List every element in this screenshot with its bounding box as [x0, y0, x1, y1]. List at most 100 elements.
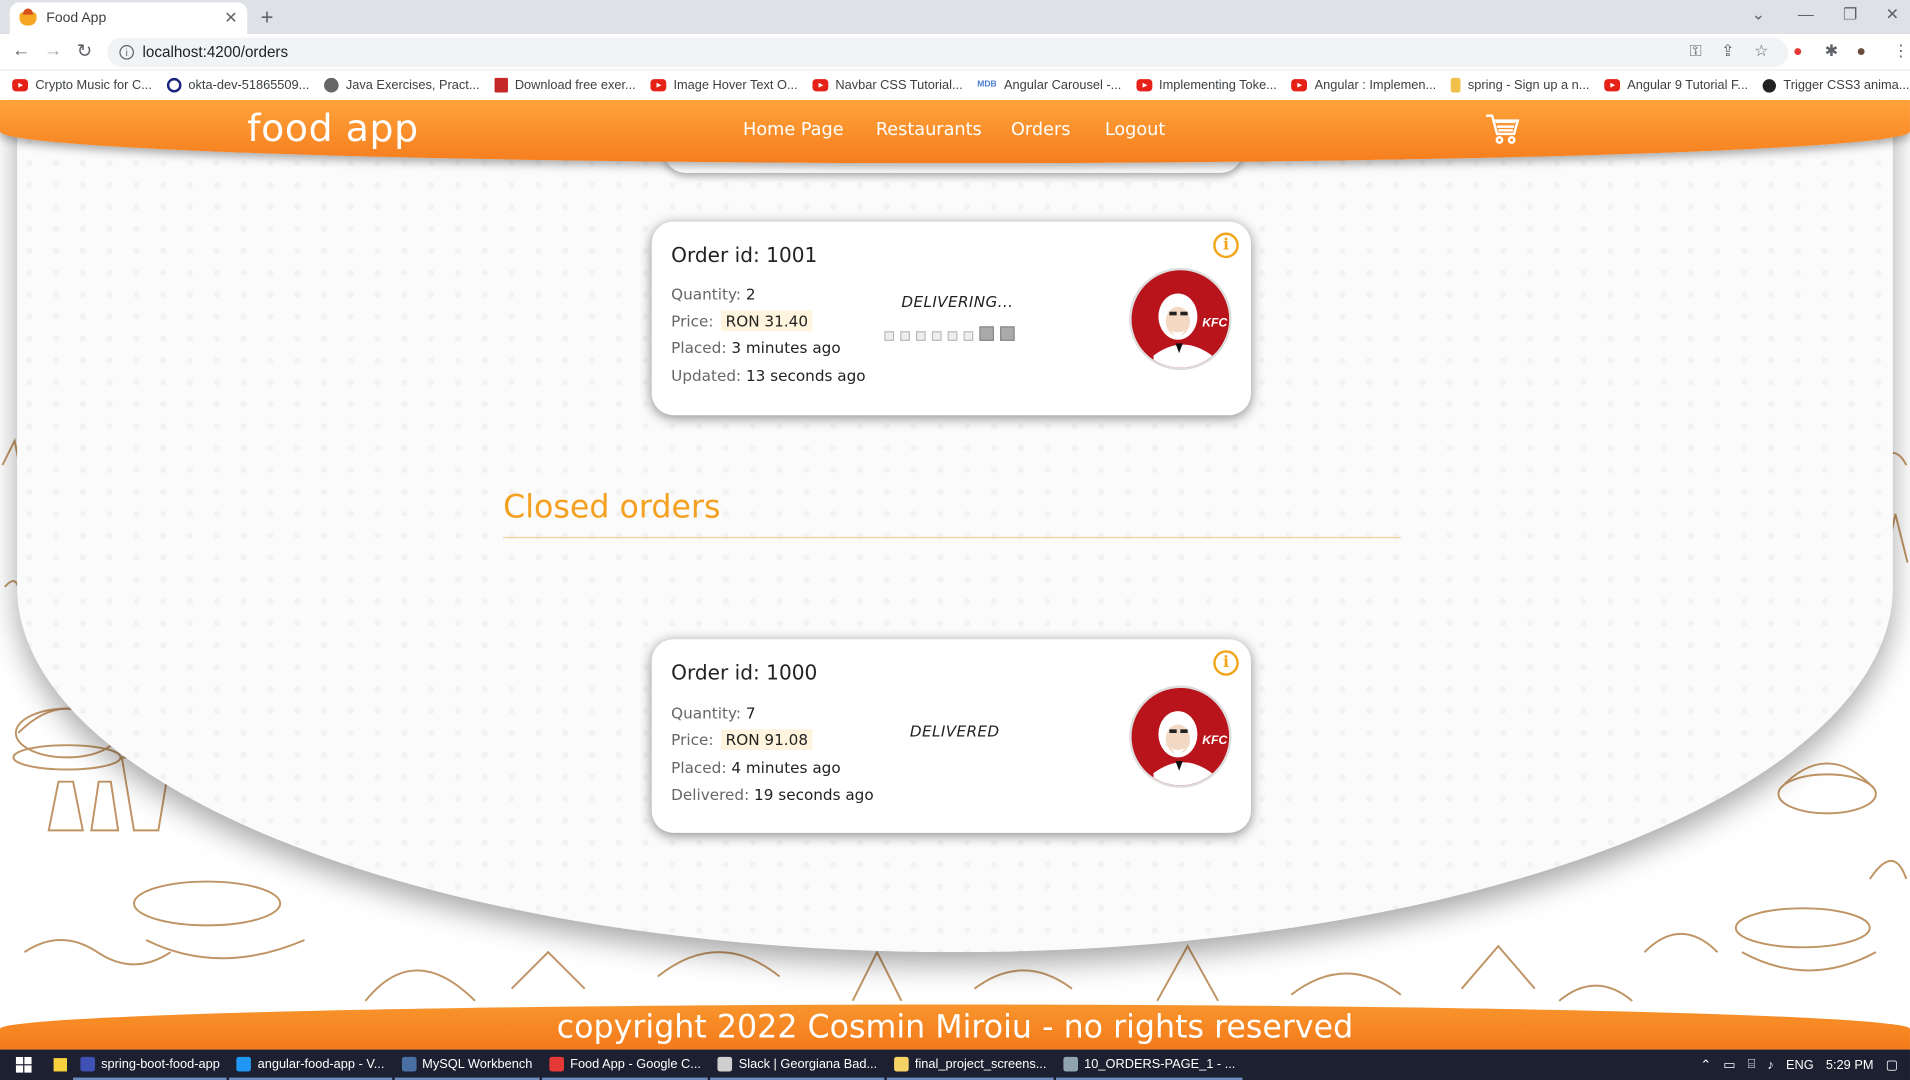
bookmarks-bar: Crypto Music for C... okta-dev-51865509..… [0, 70, 1910, 100]
order-card-closed: Order id: 1000 Quantity: 7 Price: RON 91… [651, 639, 1251, 833]
bookmark-label: okta-dev-51865509... [188, 77, 310, 93]
nav-home[interactable]: Home Page [743, 121, 844, 140]
bookmark-item[interactable]: Crypto Music for C... [12, 78, 152, 93]
restore-icon[interactable]: ❐ [1843, 5, 1857, 24]
close-window-icon[interactable]: ✕ [1886, 5, 1899, 24]
delivery-progress-loader [884, 326, 1015, 341]
order-updated: Updated: 13 seconds ago [671, 366, 866, 385]
taskbar-app-label: spring-boot-food-app [101, 1056, 220, 1071]
minimize-icon[interactable]: — [1798, 5, 1814, 23]
order-card-active: Order id: 1001 Quantity: 2 Price: RON 31… [651, 221, 1251, 416]
spring-icon [1450, 77, 1461, 93]
tray-device-icon[interactable]: ▭ [1723, 1057, 1735, 1072]
star-icon[interactable]: ☆ [1754, 41, 1768, 60]
info-icon[interactable]: i [1213, 232, 1239, 259]
volume-icon[interactable]: ♪ [1767, 1057, 1773, 1072]
bookmark-item[interactable]: MDB Angular Carousel -... [977, 78, 1121, 93]
taskbar-app-label: final_project_screens... [914, 1056, 1047, 1071]
taskbar-app[interactable]: Slack | Georgiana Bad... [710, 1050, 885, 1080]
extensions-icon[interactable]: ✱ [1825, 41, 1838, 60]
price-badge: RON 91.08 [720, 729, 813, 751]
taskbar-app-label: angular-food-app - V... [257, 1056, 385, 1071]
bookmark-label: Trigger CSS3 anima... [1783, 77, 1910, 93]
new-tab-icon[interactable]: + [261, 5, 274, 31]
tab-food-app[interactable]: Food App ✕ [9, 2, 248, 35]
order-title: Order id: 1001 [671, 243, 818, 267]
profile-avatar[interactable]: ● [1856, 41, 1866, 59]
bookmark-label: Implementing Toke... [1159, 77, 1277, 93]
youtube-icon [812, 79, 829, 92]
cart-icon[interactable] [1484, 112, 1521, 146]
address-bar[interactable]: i localhost:4200/orders [107, 37, 1789, 67]
order-title: Order id: 1000 [671, 661, 818, 685]
bookmark-label: Angular 9 Tutorial F... [1627, 77, 1749, 93]
bookmark-item[interactable]: spring - Sign up a n... [1450, 77, 1589, 93]
bookmark-item[interactable]: Implementing Toke... [1135, 77, 1277, 93]
section-divider [503, 536, 1401, 539]
share-icon[interactable]: ⇪ [1721, 41, 1734, 60]
bookmark-item[interactable]: Angular : Implemen... [1291, 78, 1436, 93]
order-quantity: Quantity: 2 [671, 284, 756, 304]
bookmark-item[interactable]: Image Hover Text O... [650, 77, 798, 93]
youtube-icon [650, 79, 667, 92]
taskbar-app[interactable]: MySQL Workbench [394, 1050, 540, 1080]
app-icon [549, 1056, 565, 1071]
system-tray: ⌃ ▭ ⌸ ♪ ENG 5:29 PM ▢ [1700, 1050, 1910, 1080]
youtube-icon [1135, 79, 1152, 92]
app-icon [718, 1056, 733, 1071]
network-icon[interactable]: ⌸ [1748, 1057, 1756, 1073]
taskbar-app[interactable]: angular-food-app - V... [229, 1050, 392, 1080]
key-icon[interactable]: ⚿ [1690, 41, 1702, 60]
brand-logo[interactable]: food app [247, 107, 418, 151]
notifications-icon[interactable]: ▢ [1886, 1057, 1898, 1072]
bookmark-label: Angular : Implemen... [1314, 77, 1437, 93]
forward-icon[interactable]: → [44, 40, 62, 61]
nav-orders[interactable]: Orders [1011, 121, 1070, 140]
order-placed: Placed: 4 minutes ago [671, 758, 841, 777]
tab-search-icon[interactable]: ⌄ [1752, 5, 1765, 24]
youtube-icon [1291, 79, 1308, 92]
back-icon[interactable]: ← [12, 40, 30, 61]
closed-orders-heading: Closed orders [503, 489, 721, 527]
browser-toolbar: ← → ↻ i localhost:4200/orders ⚿ ⇪ ☆ ● ✱ … [0, 34, 1910, 71]
bookmark-item[interactable]: Download free exer... [494, 77, 636, 93]
bookmark-item[interactable]: Java Exercises, Pract... [323, 77, 479, 93]
sticky-notes-icon[interactable] [46, 1058, 73, 1072]
order-status: DELIVERED [909, 722, 1000, 741]
bookmark-item[interactable]: Navbar CSS Tutorial... [812, 78, 963, 93]
taskbar-app-label: 10_ORDERS-PAGE_1 - ... [1084, 1056, 1236, 1071]
bookmark-label: Image Hover Text O... [673, 77, 798, 93]
price-badge: RON 31.40 [720, 310, 813, 332]
tray-chevron-icon[interactable]: ⌃ [1700, 1057, 1711, 1072]
language-indicator[interactable]: ENG [1786, 1057, 1814, 1072]
tab-close-icon[interactable]: ✕ [224, 9, 237, 28]
nav-logout[interactable]: Logout [1105, 121, 1165, 140]
gear-icon [323, 77, 339, 93]
bookmark-item[interactable]: Angular 9 Tutorial F... [1604, 78, 1748, 93]
nav-restaurants[interactable]: Restaurants [876, 121, 982, 140]
order-status: DELIVERING... [901, 292, 1014, 311]
gh-icon [1762, 78, 1777, 92]
bookmark-item[interactable]: Trigger CSS3 anima... [1762, 77, 1910, 93]
clock[interactable]: 5:29 PM [1826, 1057, 1874, 1072]
taskbar-app-label: Food App - Google C... [570, 1056, 701, 1071]
windows-start-icon[interactable] [0, 1056, 46, 1073]
bookmark-item[interactable]: okta-dev-51865509... [166, 77, 310, 93]
order-quantity: Quantity: 7 [671, 703, 756, 723]
reload-icon[interactable]: ↻ [77, 40, 92, 62]
kfc-logo: KFC [1129, 267, 1232, 371]
order-price: Price: RON 31.40 [671, 310, 813, 332]
taskbar-app[interactable]: Food App - Google C... [542, 1050, 709, 1080]
taskbar-apps: spring-boot-food-app angular-food-app - V… [73, 1050, 1245, 1080]
info-icon[interactable]: i [1213, 650, 1239, 676]
youtube-icon [12, 79, 29, 92]
opera-extension-icon[interactable]: ● [1793, 41, 1803, 59]
site-info-icon[interactable]: i [119, 45, 134, 60]
taskbar-app[interactable]: spring-boot-food-app [73, 1050, 228, 1080]
taskbar-app[interactable]: 10_ORDERS-PAGE_1 - ... [1056, 1050, 1243, 1080]
menu-icon[interactable]: ⋮ [1893, 41, 1909, 60]
taskbar-app[interactable]: final_project_screens... [886, 1050, 1054, 1080]
bookmark-label: Angular Carousel -... [1003, 77, 1122, 93]
circle-icon [166, 77, 182, 93]
order-delivered: Delivered: 19 seconds ago [671, 785, 874, 804]
